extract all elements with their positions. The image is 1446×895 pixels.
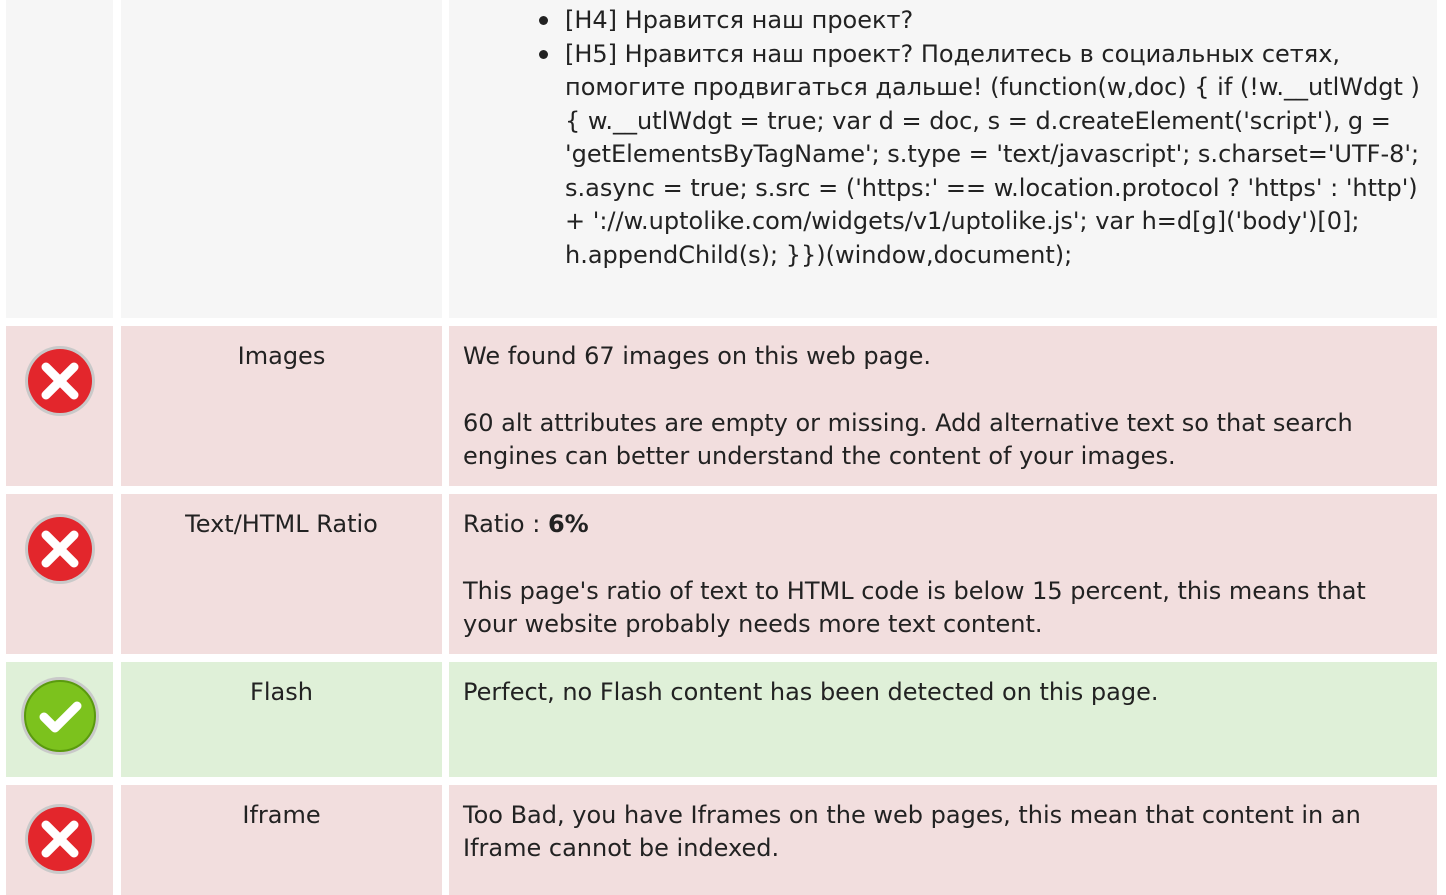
ratio-description: Ratio : 6% This page's ratio of text to … — [449, 494, 1437, 654]
flash-description: Perfect, no Flash content has been detec… — [449, 662, 1437, 777]
success-check-icon — [20, 676, 100, 756]
headings-row: [H4] Нравится наш проект? [H5] Нравится … — [0, 0, 1446, 318]
iframe-status-cell — [6, 785, 113, 895]
flash-row: Flash Perfect, no Flash content has been… — [0, 662, 1446, 777]
images-status-cell — [6, 326, 113, 486]
iframe-label: Iframe — [121, 785, 442, 895]
error-x-icon — [24, 513, 96, 585]
headings-icon-cell — [6, 0, 113, 318]
ratio-advice-text: This page's ratio of text to HTML code i… — [463, 577, 1366, 638]
iframe-description: Too Bad, you have Iframes on the web pag… — [449, 785, 1437, 895]
iframe-row: Iframe Too Bad, you have Iframes on the … — [0, 785, 1446, 895]
error-x-icon — [24, 345, 96, 417]
list-item: [H5] Нравится наш проект? Поделитесь в с… — [539, 38, 1427, 273]
iframe-text: Too Bad, you have Iframes on the web pag… — [463, 801, 1361, 862]
flash-text: Perfect, no Flash content has been detec… — [463, 678, 1159, 706]
ratio-line: Ratio : 6% — [463, 508, 1423, 541]
ratio-label-text: Ratio : — [463, 510, 548, 538]
bullet-icon — [539, 49, 548, 59]
error-x-icon — [24, 803, 96, 875]
images-row: Images We found 67 images on this web pa… — [0, 326, 1446, 486]
bullet-icon — [539, 16, 548, 25]
ratio-status-cell — [6, 494, 113, 654]
images-label: Images — [121, 326, 442, 486]
list-item: [H4] Нравится наш проект? — [539, 4, 1427, 38]
headings-list: [H4] Нравится наш проект? [H5] Нравится … — [449, 4, 1427, 272]
ratio-value: 6% — [547, 510, 589, 538]
headings-description: [H4] Нравится наш проект? [H5] Нравится … — [449, 0, 1437, 318]
ratio-label: Text/HTML Ratio — [121, 494, 442, 654]
flash-label: Flash — [121, 662, 442, 777]
ratio-row: Text/HTML Ratio Ratio : 6% This page's r… — [0, 494, 1446, 654]
images-count-text: We found 67 images on this web page. — [463, 342, 931, 370]
seo-report: [H4] Нравится наш проект? [H5] Нравится … — [0, 0, 1446, 895]
flash-status-cell — [6, 662, 113, 777]
headings-name-cell — [121, 0, 442, 318]
images-description: We found 67 images on this web page. 60 … — [449, 326, 1437, 486]
images-alt-text: 60 alt attributes are empty or missing. … — [463, 409, 1353, 470]
